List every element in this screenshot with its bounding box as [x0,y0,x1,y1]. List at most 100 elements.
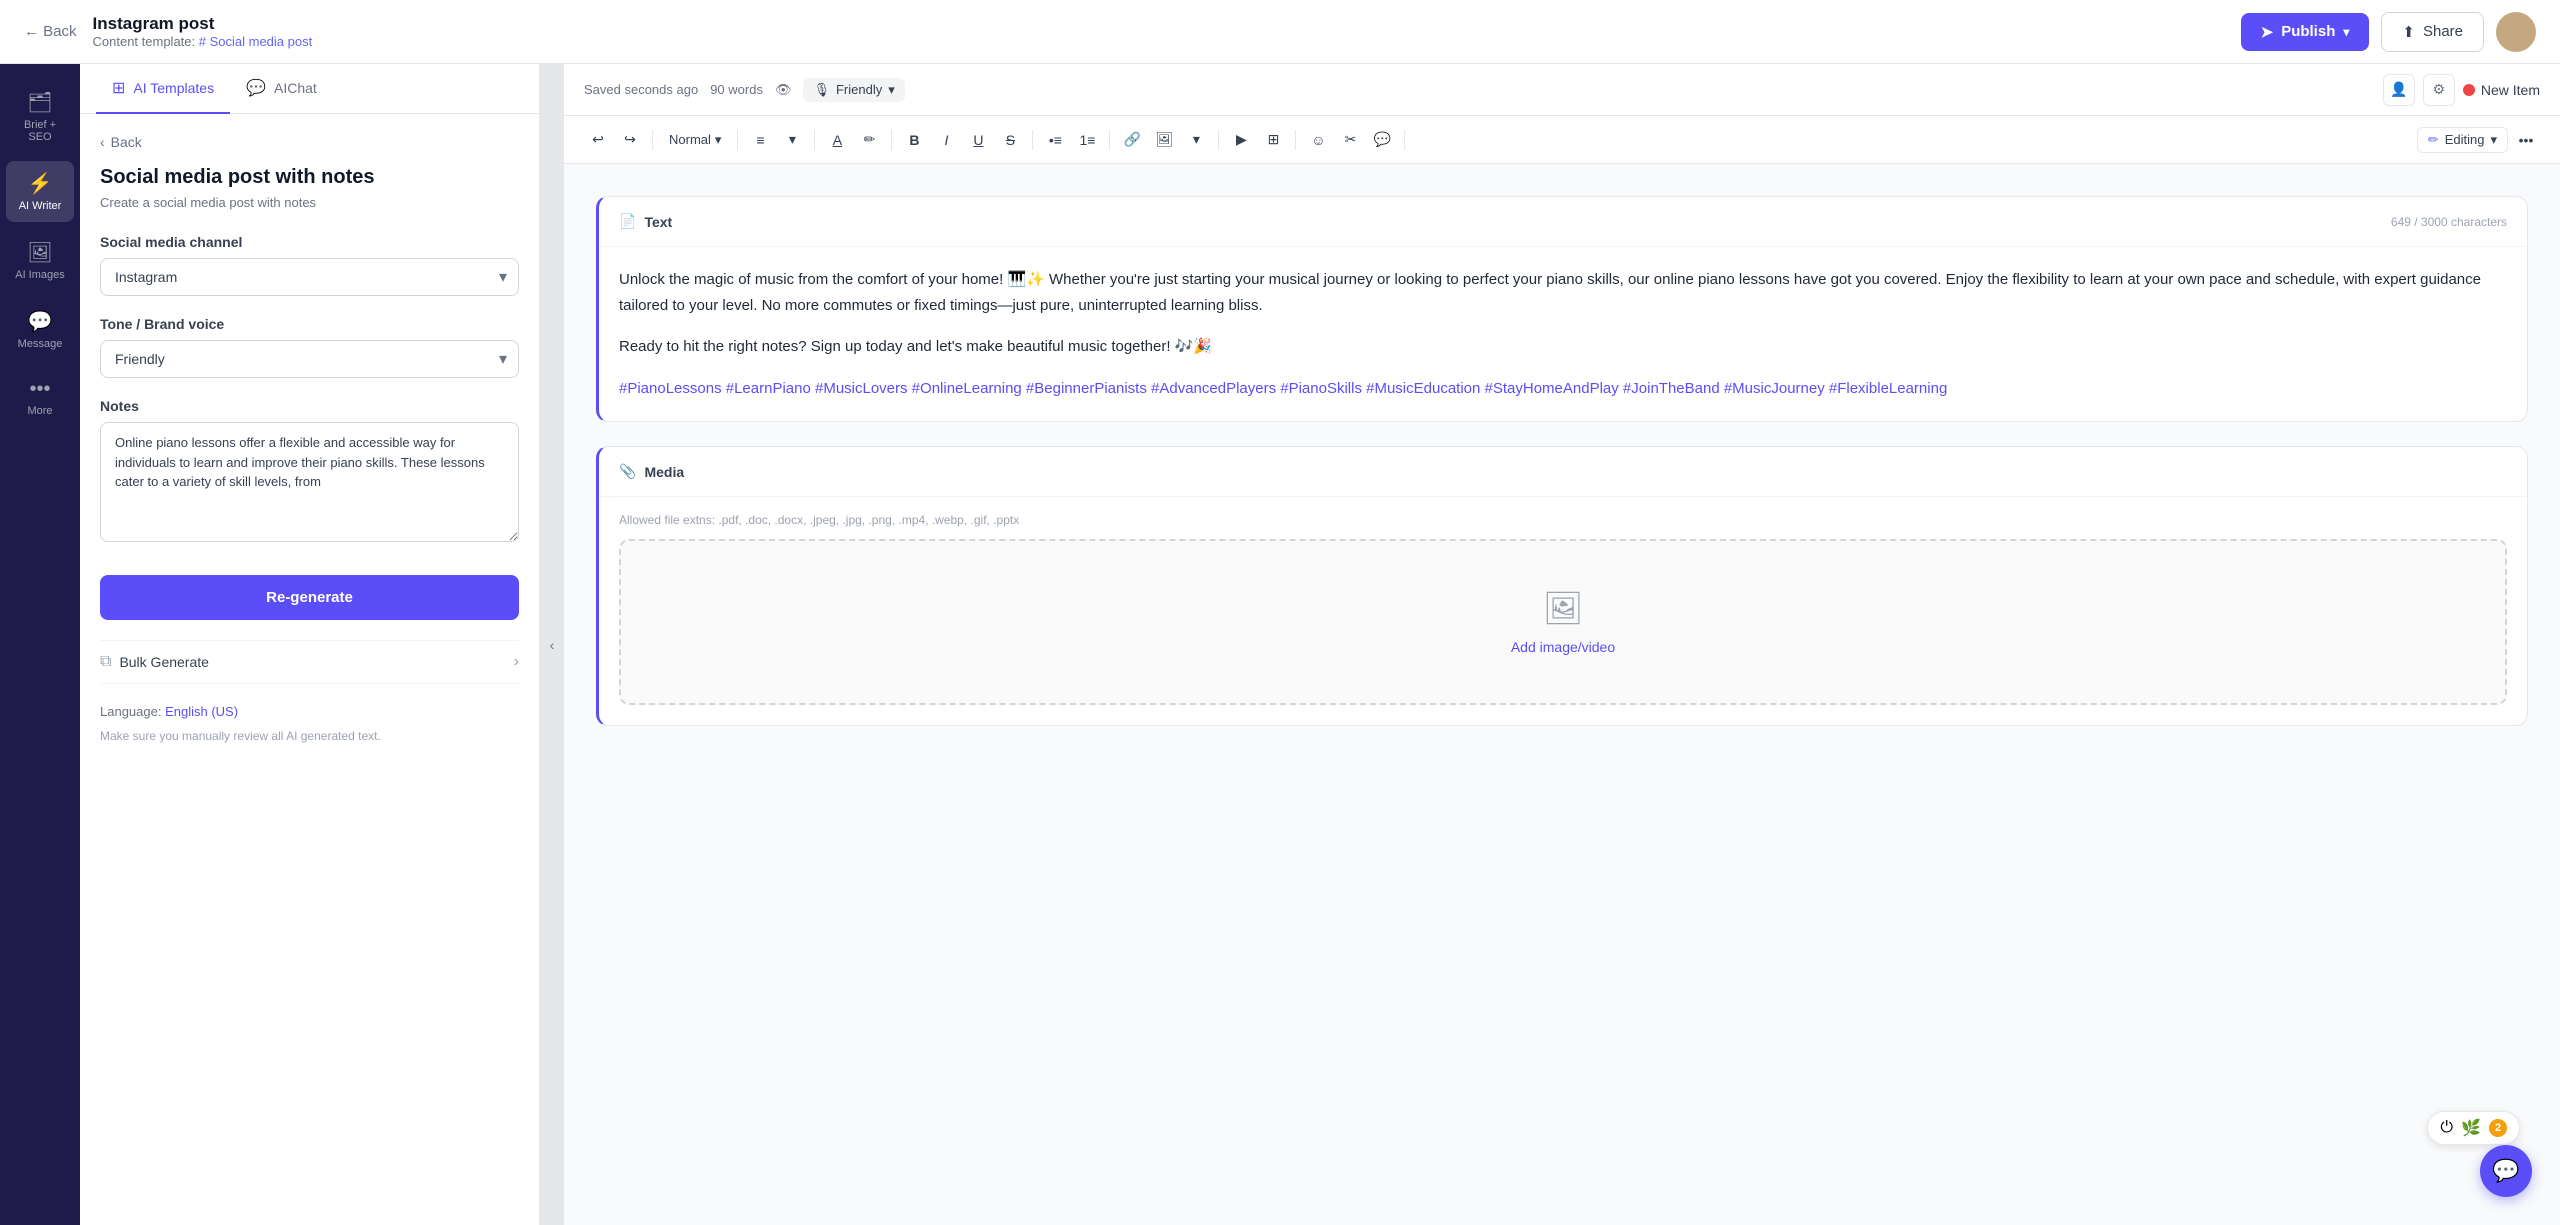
text-block-body[interactable]: Unlock the magic of music from the comfo… [599,247,2527,421]
sidebar-item-label: Message [18,338,63,350]
chevron-left-icon: ‹ [100,134,105,150]
sidebar-item-label: AI Writer [19,200,62,212]
ai-warning: Make sure you manually review all AI gen… [100,727,519,745]
leaf-icon[interactable]: 🌿 [2461,1118,2481,1138]
chevron-down-icon: ▾ [2343,25,2349,39]
sidebar-back-button[interactable]: ‹ Back [100,134,519,150]
sidebar-item-brief-seo[interactable]: 🗂 Brief + SEO [6,80,74,153]
ai-images-icon: 🖼 [27,240,52,265]
cut-button[interactable]: ✂ [1336,126,1364,154]
notes-field-group: Notes Online piano lessons offer a flexi… [100,398,519,547]
align-dropdown[interactable]: ▾ [778,126,806,154]
allowed-files-text: Allowed file extns: .pdf, .doc, .docx, .… [599,497,2527,539]
language-label: Language: [100,704,161,719]
page-info: Instagram post Content template: # Socia… [93,14,313,49]
underline-button[interactable]: U [964,126,992,154]
message-icon: 💬 [28,309,53,334]
editing-mode-button[interactable]: ✏ Editing ▾ [2417,127,2508,153]
chat-bubble-button[interactable]: 💬 [2480,1145,2532,1197]
share-label: Share [2423,23,2463,40]
text-block-header: 📄 Text 649 / 3000 characters [599,197,2527,247]
collapse-sidebar-button[interactable]: ‹ [540,64,564,1225]
bulk-generate-row[interactable]: ⧉ Bulk Generate › [100,640,519,684]
notification-badge[interactable]: 2 [2489,1119,2507,1137]
content-template-link[interactable]: # Social media post [199,34,312,49]
comment-button[interactable]: 💬 [1368,126,1396,154]
language-info: Language: English (US) [100,704,519,719]
media-block-header: 📎 Media [599,447,2527,497]
image-button[interactable]: 🖼 [1150,126,1178,154]
italic-button[interactable]: I [932,126,960,154]
add-media-link[interactable]: Add image/video [1511,639,1615,655]
chevron-down-icon: ▾ [2490,132,2497,148]
paragraph-2: Ready to hit the right notes? Sign up to… [619,334,2507,360]
bullet-list-button[interactable]: •≡ [1041,126,1069,154]
copy-icon: ⧉ [100,653,111,671]
channel-select[interactable]: Instagram Facebook Twitter LinkedIn [100,258,519,296]
eye-icon[interactable]: 👁 [775,82,792,98]
style-dropdown[interactable]: Normal ▾ [661,128,729,152]
chevron-right-icon: › [514,653,519,671]
strikethrough-button[interactable]: S [996,126,1024,154]
bulk-generate-left: ⧉ Bulk Generate [100,653,209,671]
image-dropdown[interactable]: ▾ [1182,126,1210,154]
media-block-label: Media [644,464,684,480]
main-content: Saved seconds ago 90 words 👁 🎙 Friendly … [564,64,2560,1225]
paragraph-1: Unlock the magic of music from the comfo… [619,267,2507,318]
editing-label: Editing [2445,132,2485,147]
sidebar-item-ai-images[interactable]: 🖼 AI Images [6,230,74,291]
header-left: ← Back Instagram post Content template: … [24,14,312,49]
tab-label: AI Templates [133,80,214,96]
chevron-down-icon: ▾ [888,82,895,98]
hashtags: #PianoLessons #LearnPiano #MusicLovers #… [619,376,2507,402]
share-button[interactable]: ⬆ Share [2381,12,2484,52]
content-template-info: Content template: # Social media post [93,34,313,49]
settings-button[interactable]: ⚙ [2423,74,2455,106]
word-count: 90 words [710,82,763,97]
text-color-button[interactable]: A [823,126,851,154]
upload-zone[interactable]: 🖼 Add image/video [619,539,2507,705]
chat-bubble-icon: 💬 [2492,1158,2519,1184]
power-icon[interactable]: ⏻ [2440,1119,2453,1137]
new-item-button[interactable]: New Item [2463,82,2540,98]
toolbar-divider [652,130,653,150]
channel-select-wrapper: Instagram Facebook Twitter LinkedIn [100,258,519,296]
table-button[interactable]: ⊞ [1259,126,1287,154]
more-options-button[interactable]: ••• [2512,126,2540,154]
align-button[interactable]: ≡ [746,126,774,154]
sidebar-item-message[interactable]: 💬 Message [6,299,74,360]
tab-ai-templates[interactable]: ⊞ AI Templates [96,64,230,114]
bold-button[interactable]: B [900,126,928,154]
toolbar-divider [737,130,738,150]
undo-button[interactable]: ↩ [584,126,612,154]
notes-textarea[interactable]: Online piano lessons offer a flexible an… [100,422,519,542]
tab-ai-chat[interactable]: 💬 AIChat [230,64,333,114]
emoji-button[interactable]: ☺ [1304,126,1332,154]
tone-badge-label: Friendly [836,82,882,97]
sidebar-item-ai-writer[interactable]: ⚡ AI Writer [6,161,74,222]
tone-badge[interactable]: 🎙 Friendly ▾ [803,78,904,102]
template-description: Create a social media post with notes [100,195,519,210]
tone-field-group: Tone / Brand voice Friendly Professional… [100,316,519,378]
sidebar-tabs: ⊞ AI Templates 💬 AIChat [80,64,539,114]
toolbar-divider [1032,130,1033,150]
play-button[interactable]: ▶ [1227,126,1255,154]
avatar[interactable] [2496,12,2536,52]
highlight-button[interactable]: ✏ [855,126,883,154]
redo-button[interactable]: ↪ [616,126,644,154]
media-content-block: 📎 Media Allowed file extns: .pdf, .doc, … [596,446,2528,726]
numbered-list-button[interactable]: 1≡ [1073,126,1101,154]
link-button[interactable]: 🔗 [1118,126,1146,154]
toolbar-divider [814,130,815,150]
sidebar-item-label: AI Images [15,269,65,281]
sidebar-item-label: Brief + SEO [14,119,66,143]
user-settings-button[interactable]: 👤 [2383,74,2415,106]
language-link[interactable]: English (US) [165,704,238,719]
header-right: ➤ Publish ▾ ⬆ Share [2241,12,2536,52]
publish-button[interactable]: ➤ Publish ▾ [2241,13,2370,51]
sidebar-item-more[interactable]: ••• More [6,368,74,427]
mic-icon: 🎙 [813,82,830,98]
tone-select[interactable]: Friendly Professional Casual Formal [100,340,519,378]
regenerate-button[interactable]: Re-generate [100,575,519,620]
back-button[interactable]: ← Back [24,23,77,40]
